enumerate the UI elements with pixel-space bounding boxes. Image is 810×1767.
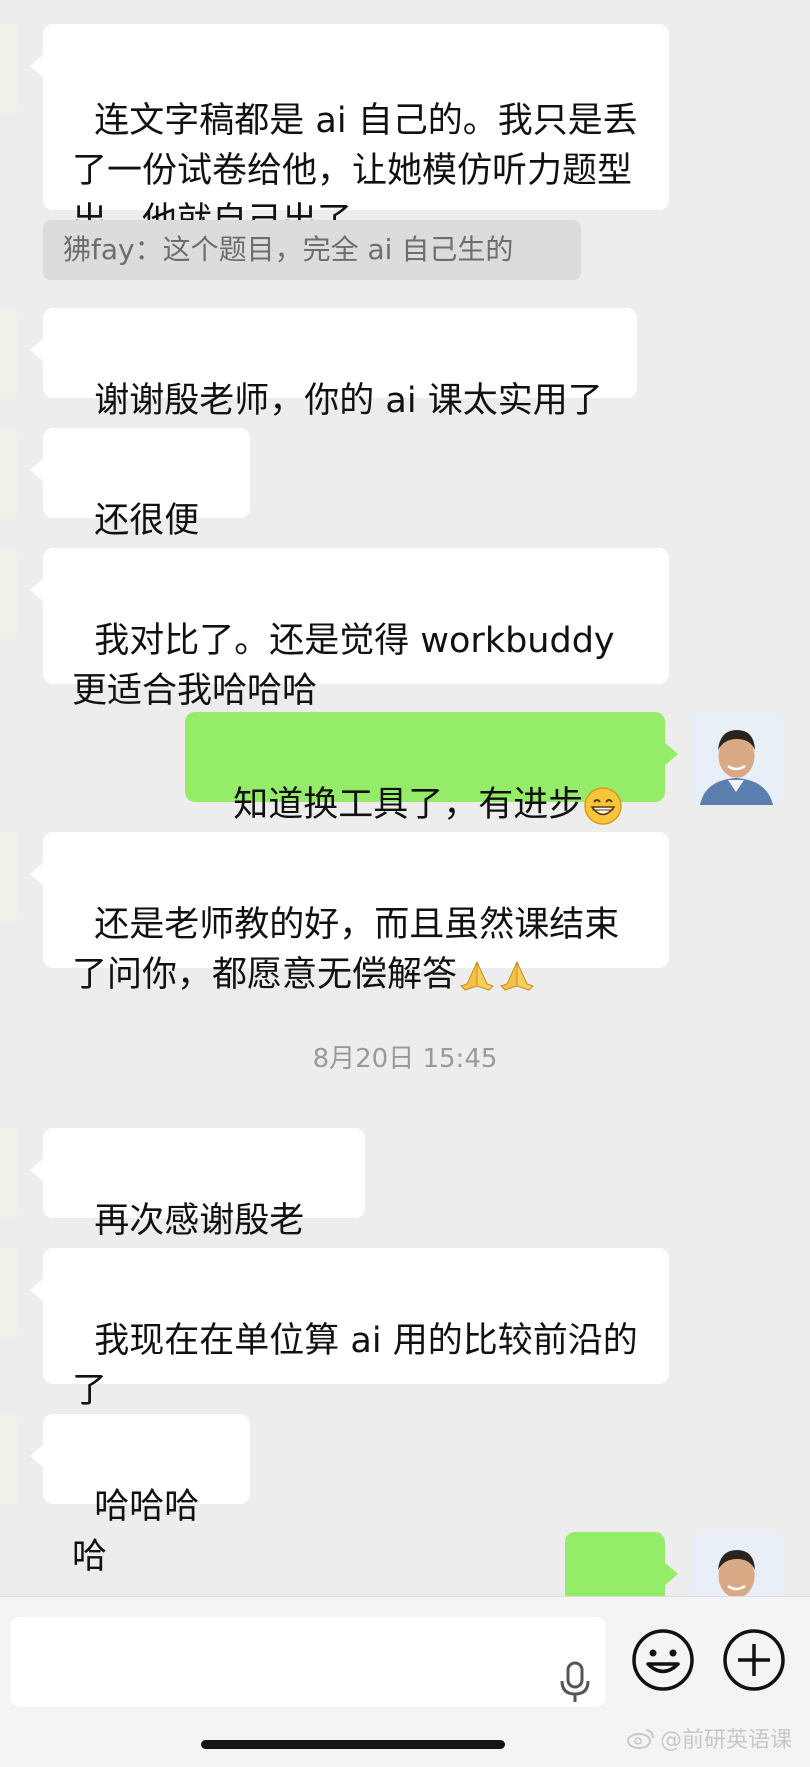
home-indicator[interactable] — [201, 1740, 505, 1749]
sender-avatar-edge[interactable] — [0, 308, 18, 398]
sender-avatar-edge[interactable] — [0, 548, 18, 638]
watermark: @前研英语课 — [626, 1722, 792, 1754]
sender-avatar-edge[interactable] — [0, 428, 18, 518]
message-text: 哈哈哈哈 — [72, 1487, 200, 1577]
chat-message-incoming[interactable]: 还很便宜 — [30, 428, 250, 591]
plus-icon[interactable] — [721, 1627, 787, 1693]
message-text: 还是老师教的好，而且虽然课结束了问你，都愿意无偿解答 — [72, 905, 620, 995]
grinning-face-emoji-icon — [584, 787, 623, 825]
quoted-message[interactable]: 狒fay：这个题目，完全 ai 自己生的 — [43, 220, 581, 280]
chat-message-incoming[interactable]: 再次感谢殷老师 — [30, 1128, 365, 1291]
chat-message-incoming[interactable]: 谢谢殷老师，你的 ai 课太实用了 — [30, 308, 637, 421]
my-avatar[interactable] — [690, 712, 783, 805]
chat-message-incoming[interactable]: 我现在在单位算 ai 用的比较前沿的了 — [30, 1248, 669, 1411]
sender-avatar-edge[interactable] — [0, 24, 18, 114]
message-input[interactable] — [10, 1617, 606, 1707]
chat-message-incoming[interactable]: 我对比了。还是觉得 workbuddy 更适合我哈哈哈 — [30, 548, 669, 711]
message-text: 我现在在单位算 ai 用的比较前沿的了 — [72, 1321, 638, 1411]
chat-message-incoming[interactable]: 哈哈哈哈 — [30, 1414, 250, 1577]
message-text: 我对比了。还是觉得 workbuddy 更适合我哈哈哈 — [72, 621, 626, 711]
sender-avatar-edge[interactable] — [0, 1414, 18, 1504]
chat-message-incoming[interactable]: 连文字稿都是 ai 自己的。我只是丢了一份试卷给他，让她模仿听力题型出，他就自己… — [30, 24, 669, 241]
weibo-logo-icon — [626, 1729, 654, 1749]
quote-text: 狒fay：这个题目，完全 ai 自己生的 — [63, 233, 514, 266]
sender-avatar-edge[interactable] — [0, 832, 18, 922]
sender-avatar-edge[interactable] — [0, 1248, 18, 1338]
person-avatar-icon — [690, 712, 783, 805]
message-text: 知道换工具了，有进步 — [233, 785, 584, 825]
chat-message-outgoing[interactable]: 知道换工具了，有进步 — [185, 712, 678, 825]
chat-timestamp: 8月20日 15:45 — [312, 1044, 498, 1074]
message-text: 谢谢殷老师，你的 ai 课太实用了 — [94, 381, 603, 421]
sender-avatar-edge[interactable] — [0, 1128, 18, 1218]
watermark-text: @前研英语课 — [659, 1728, 792, 1753]
microphone-icon[interactable] — [552, 1659, 598, 1705]
folded-hands-emoji-icon — [460, 961, 494, 991]
smiley-icon[interactable] — [630, 1627, 696, 1693]
folded-hands-emoji-icon — [500, 961, 534, 991]
chat-message-incoming[interactable]: 还是老师教的好，而且虽然课结束了问你，都愿意无偿解答 — [30, 832, 669, 995]
